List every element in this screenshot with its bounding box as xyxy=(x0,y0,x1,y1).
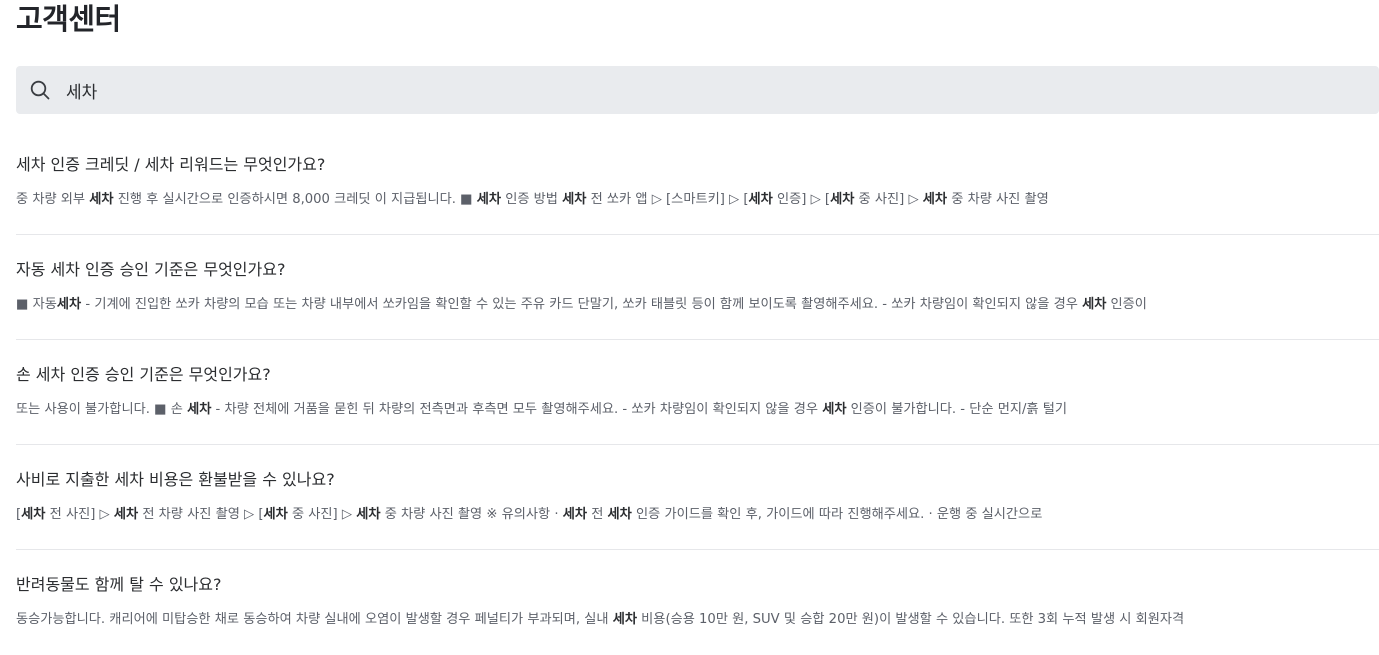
snippet-text: - 기계에 진입한 쏘카 차량의 모습 또는 차량 내부에서 쏘카임을 확인할 … xyxy=(81,297,1083,312)
faq-item[interactable]: 자동 세차 인증 승인 기준은 무엇인가요? ■ 자동세차 - 기계에 진입한 … xyxy=(16,235,1379,340)
snippet-text: 전 쏘카 앱 ▷ [스마트키] ▷ [ xyxy=(586,192,749,207)
search-input[interactable] xyxy=(66,66,1356,114)
faq-item[interactable]: 사비로 지출한 세차 비용은 환불받을 수 있나요? [세차 전 사진] ▷ 세… xyxy=(16,445,1379,550)
search-bar[interactable] xyxy=(16,66,1379,114)
snippet-text: 중 사진] ▷ xyxy=(854,192,923,207)
search-highlight: 세차 xyxy=(21,507,46,522)
faq-question[interactable]: 세차 인증 크레딧 / 세차 리워드는 무엇인가요? xyxy=(16,154,325,176)
search-highlight: 세차 xyxy=(476,192,502,207)
faq-list: 세차 인증 크레딧 / 세차 리워드는 무엇인가요? 중 차량 외부 세차 진행… xyxy=(16,130,1379,655)
snippet-text: 전 xyxy=(587,507,608,522)
search-highlight: 세차 xyxy=(748,192,773,207)
search-icon[interactable] xyxy=(29,79,51,101)
search-highlight: 세차 xyxy=(607,507,632,522)
search-highlight: 세차 xyxy=(89,192,114,207)
search-highlight: 세차 xyxy=(830,192,855,207)
faq-snippet: 또는 사용이 불가합니다. ■ 손 세차 - 차량 전체에 거품을 묻힌 뒤 차… xyxy=(16,399,1379,421)
faq-item[interactable]: 손 세차 인증 승인 기준은 무엇인가요? 또는 사용이 불가합니다. ■ 손 … xyxy=(16,340,1379,445)
snippet-text: 중 사진] ▷ xyxy=(287,507,357,522)
search-highlight: 세차 xyxy=(612,612,637,627)
faq-snippet: [세차 전 사진] ▷ 세차 전 차량 사진 촬영 ▷ [세차 중 사진] ▷ … xyxy=(16,504,1379,526)
snippet-text: 인증] ▷ [ xyxy=(772,192,831,207)
faq-question[interactable]: 반려동물도 함께 탈 수 있나요? xyxy=(16,574,221,596)
snippet-text: - 차량 전체에 거품을 묻힌 뒤 차량의 전측면과 후측면 모두 촬영해주세요… xyxy=(211,402,823,417)
snippet-text: 중 차량 사진 촬영 ※ 유의사항 · xyxy=(380,507,563,522)
faq-question[interactable]: 자동 세차 인증 승인 기준은 무엇인가요? xyxy=(16,259,285,281)
faq-snippet: 중 차량 외부 세차 진행 후 실시간으로 인증하시면 8,000 크레딧 이 … xyxy=(16,189,1379,211)
search-highlight: 세차 xyxy=(562,507,587,522)
faq-snippet: ■ 자동세차 - 기계에 진입한 쏘카 차량의 모습 또는 차량 내부에서 쏘카… xyxy=(16,294,1379,316)
snippet-text: 인증이 불가합니다. - 단순 먼지/흙 털기 xyxy=(846,402,1068,417)
search-highlight: 세차 xyxy=(922,192,948,207)
search-highlight: 세차 xyxy=(1082,297,1107,312)
faq-item[interactable]: 반려동물도 함께 탈 수 있나요? 동승가능합니다. 캐리어에 미탑승한 채로 … xyxy=(16,550,1379,655)
faq-question[interactable]: 손 세차 인증 승인 기준은 무엇인가요? xyxy=(16,364,271,386)
snippet-text: 인증 방법 xyxy=(501,192,563,207)
search-highlight: 세차 xyxy=(822,402,847,417)
snippet-text: 중 차량 외부 xyxy=(16,192,90,207)
snippet-text: 비용(승용 10만 원, SUV 및 승합 20만 원)이 발생할 수 있습니다… xyxy=(636,612,1185,627)
search-highlight: 세차 xyxy=(356,507,381,522)
snippet-text: 전 사진] ▷ xyxy=(45,507,114,522)
search-highlight: 세차 xyxy=(113,507,139,522)
search-highlight: 세차 xyxy=(562,192,587,207)
faq-question[interactable]: 사비로 지출한 세차 비용은 환불받을 수 있나요? xyxy=(16,469,335,491)
snippet-text: 중 차량 사진 촬영 xyxy=(947,192,1049,207)
snippet-text: 또는 사용이 불가합니다. ■ 손 xyxy=(16,402,188,417)
snippet-text: 인증이 xyxy=(1106,297,1147,312)
search-highlight: 세차 xyxy=(187,402,212,417)
page-title: 고객센터 xyxy=(16,2,121,36)
snippet-text: ■ 자동 xyxy=(16,297,57,312)
snippet-text: 진행 후 실시간으로 인증하시면 8,000 크레딧 이 지급됩니다. ■ xyxy=(113,192,477,207)
search-highlight: 세차 xyxy=(263,507,288,522)
snippet-text: 인증 가이드를 확인 후, 가이드에 따라 진행해주세요. · 운행 중 실시간… xyxy=(631,507,1043,522)
search-highlight: 세차 xyxy=(56,297,82,312)
snippet-text: 동승가능합니다. 캐리어에 미탑승한 채로 동승하여 차량 실내에 오염이 발생… xyxy=(16,612,613,627)
snippet-text: 전 차량 사진 촬영 ▷ [ xyxy=(138,507,264,522)
faq-snippet: 동승가능합니다. 캐리어에 미탑승한 채로 동승하여 차량 실내에 오염이 발생… xyxy=(16,609,1379,631)
faq-item[interactable]: 세차 인증 크레딧 / 세차 리워드는 무엇인가요? 중 차량 외부 세차 진행… xyxy=(16,130,1379,235)
